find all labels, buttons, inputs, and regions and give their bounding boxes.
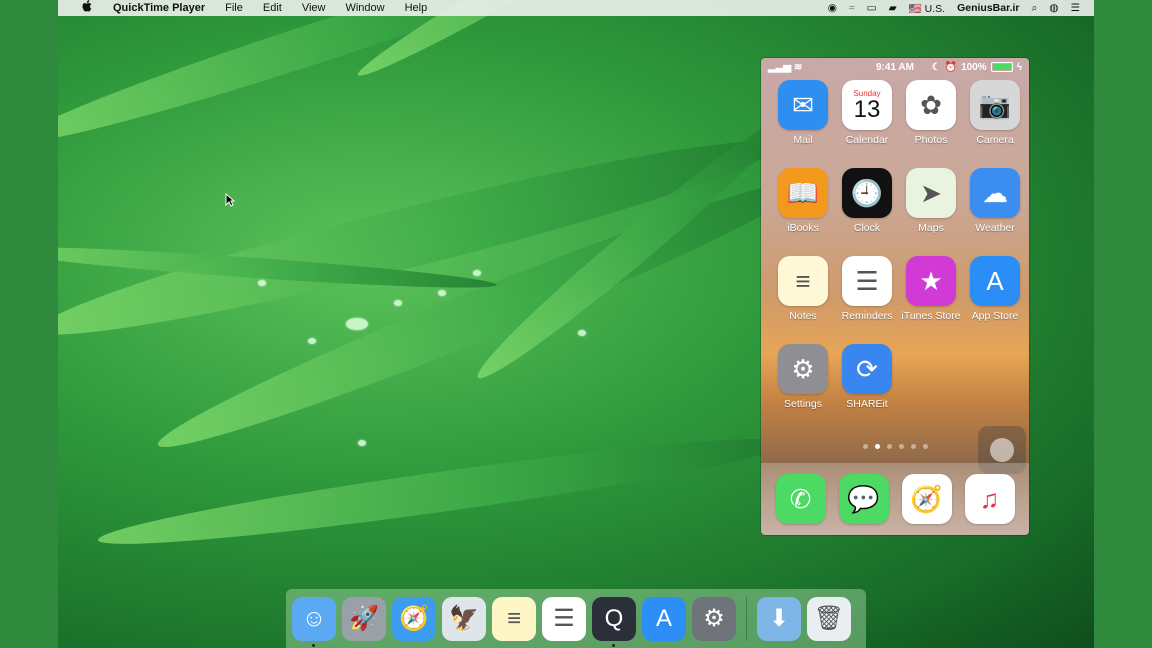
menu-edit[interactable]: Edit: [253, 0, 292, 16]
running-indicator: [612, 643, 615, 647]
notes-icon[interactable]: ≡: [492, 596, 536, 641]
menu-window[interactable]: Window: [335, 0, 394, 16]
quicktime-icon[interactable]: Q: [592, 596, 636, 647]
menu-help[interactable]: Help: [395, 0, 438, 16]
ibooks-label: iBooks: [787, 222, 819, 234]
app-camera[interactable]: 📷 Camera: [963, 80, 1027, 146]
app-calendar[interactable]: Sunday 13 Calendar: [835, 80, 899, 146]
battery-indicator-icon: [990, 62, 1013, 72]
calendar-label: Calendar: [845, 134, 889, 146]
finder-icon[interactable]: ☺: [292, 596, 336, 647]
reminders-icon[interactable]: ☰: [542, 596, 586, 641]
photos-icon: ✿: [906, 80, 956, 130]
right-border: [1094, 0, 1152, 648]
app-shareit[interactable]: ⟳ SHAREit: [835, 344, 899, 410]
notes-icon: ≡: [778, 256, 828, 306]
shareit-label: SHAREit: [846, 398, 888, 410]
photos-label: Photos: [914, 134, 948, 146]
app-notes[interactable]: ≡ Notes: [771, 256, 835, 322]
siri-icon[interactable]: ◍: [1049, 2, 1058, 14]
ios-status-bar: ▂▃▅ ≋ 9:41 AM ☾ ⏰ 100% ϟ: [761, 58, 1029, 76]
mail-icon[interactable]: 🦅: [442, 596, 486, 641]
clock-icon: 🕘: [842, 168, 892, 218]
dock-separator: [746, 596, 747, 641]
safari-icon[interactable]: 🧭: [392, 596, 436, 641]
app-mail[interactable]: ✉ Mail: [771, 80, 835, 146]
dock-messages-icon[interactable]: 💬: [838, 474, 889, 524]
mail-icon: ✉: [778, 80, 828, 130]
running-indicator: [312, 643, 315, 647]
app-app-store[interactable]: A App Store: [963, 256, 1027, 322]
settings-label: Settings: [784, 398, 822, 410]
trash-icon[interactable]: 🗑: [807, 596, 851, 641]
input-source-label: U.S.: [924, 2, 946, 15]
shareit-icon: ⟳: [842, 344, 892, 394]
iphone-screen-window[interactable]: ▂▃▅ ≋ 9:41 AM ☾ ⏰ 100% ϟ ✉ Mail Sunday 13 Ca…: [761, 58, 1029, 535]
battery-icon[interactable]: ▰: [889, 2, 897, 14]
keyboard-icon[interactable]: ▭: [867, 2, 877, 14]
app-settings[interactable]: ⚙ Settings: [771, 344, 835, 410]
app-name-menu[interactable]: QuickTime Player: [103, 0, 215, 16]
apple-menu-icon[interactable]: [72, 0, 103, 17]
app-store-icon: A: [970, 256, 1020, 306]
maps-icon: ➤: [906, 168, 956, 218]
app-clock[interactable]: 🕘 Clock: [835, 168, 899, 234]
camera-label: Camera: [976, 134, 1014, 146]
itunes-store-icon: ★: [906, 256, 956, 306]
app-weather[interactable]: ☁ Weather: [963, 168, 1027, 234]
downloads-icon[interactable]: ⬇: [757, 596, 801, 641]
home-screen-grid: ✉ Mail Sunday 13 Calendar ✿ Photos 📷 Camera 📖 iBoo…: [771, 80, 1027, 410]
dock-phone-icon[interactable]: ✆: [775, 474, 826, 524]
app-photos[interactable]: ✿ Photos: [899, 80, 963, 146]
maps-label: Maps: [918, 222, 944, 234]
mac-dock: ☺ 🚀 🧭 🦅 ≡ ☰ Q A ⚙ ⬇ 🗑: [286, 589, 866, 648]
app-store-icon[interactable]: A: [642, 596, 686, 641]
menu-bar: QuickTime Player File Edit View Window H…: [58, 0, 1094, 16]
ibooks-icon: 📖: [778, 168, 828, 218]
record-icon[interactable]: ◉: [828, 2, 837, 14]
camera-icon: 📷: [970, 80, 1020, 130]
dock-music-icon[interactable]: ♫: [964, 474, 1015, 524]
reminders-icon: ☰: [842, 256, 892, 306]
dock-safari-icon[interactable]: 🧭: [901, 474, 952, 524]
input-source[interactable]: 🇺🇸 U.S.: [909, 2, 945, 15]
ios-dock: ✆ 💬 🧭 ♫: [761, 463, 1029, 535]
menu-file[interactable]: File: [215, 0, 253, 16]
system-preferences-icon[interactable]: ⚙: [692, 596, 736, 641]
settings-icon: ⚙: [778, 344, 828, 394]
app-reminders[interactable]: ☰ Reminders: [835, 256, 899, 322]
calendar-icon: Sunday 13: [842, 80, 892, 130]
clock-label: Clock: [853, 222, 881, 234]
notes-label: Notes: [789, 310, 817, 322]
status-time: 9:41 AM: [876, 61, 914, 73]
launchpad-icon[interactable]: 🚀: [342, 596, 386, 641]
app-ibooks[interactable]: 📖 iBooks: [771, 168, 835, 234]
app-itunes-store[interactable]: ★ iTunes Store: [899, 256, 963, 322]
menu-view[interactable]: View: [292, 0, 336, 16]
calendar-date: 13: [853, 95, 881, 123]
user-name[interactable]: GeniusBar.ir: [957, 2, 1019, 14]
weather-label: Weather: [975, 222, 1015, 234]
app-maps[interactable]: ➤ Maps: [899, 168, 963, 234]
notification-center-icon[interactable]: ☰: [1071, 2, 1080, 14]
reminders-label: Reminders: [841, 310, 893, 322]
left-border: [0, 0, 58, 648]
weather-icon: ☁: [970, 168, 1020, 218]
wifi-icon[interactable]: ≈: [849, 2, 855, 14]
app-store-label: App Store: [971, 310, 1019, 322]
itunes-store-label: iTunes Store: [901, 310, 961, 322]
mail-label: Mail: [793, 134, 813, 146]
spotlight-search-icon[interactable]: ⌕: [1032, 2, 1038, 15]
